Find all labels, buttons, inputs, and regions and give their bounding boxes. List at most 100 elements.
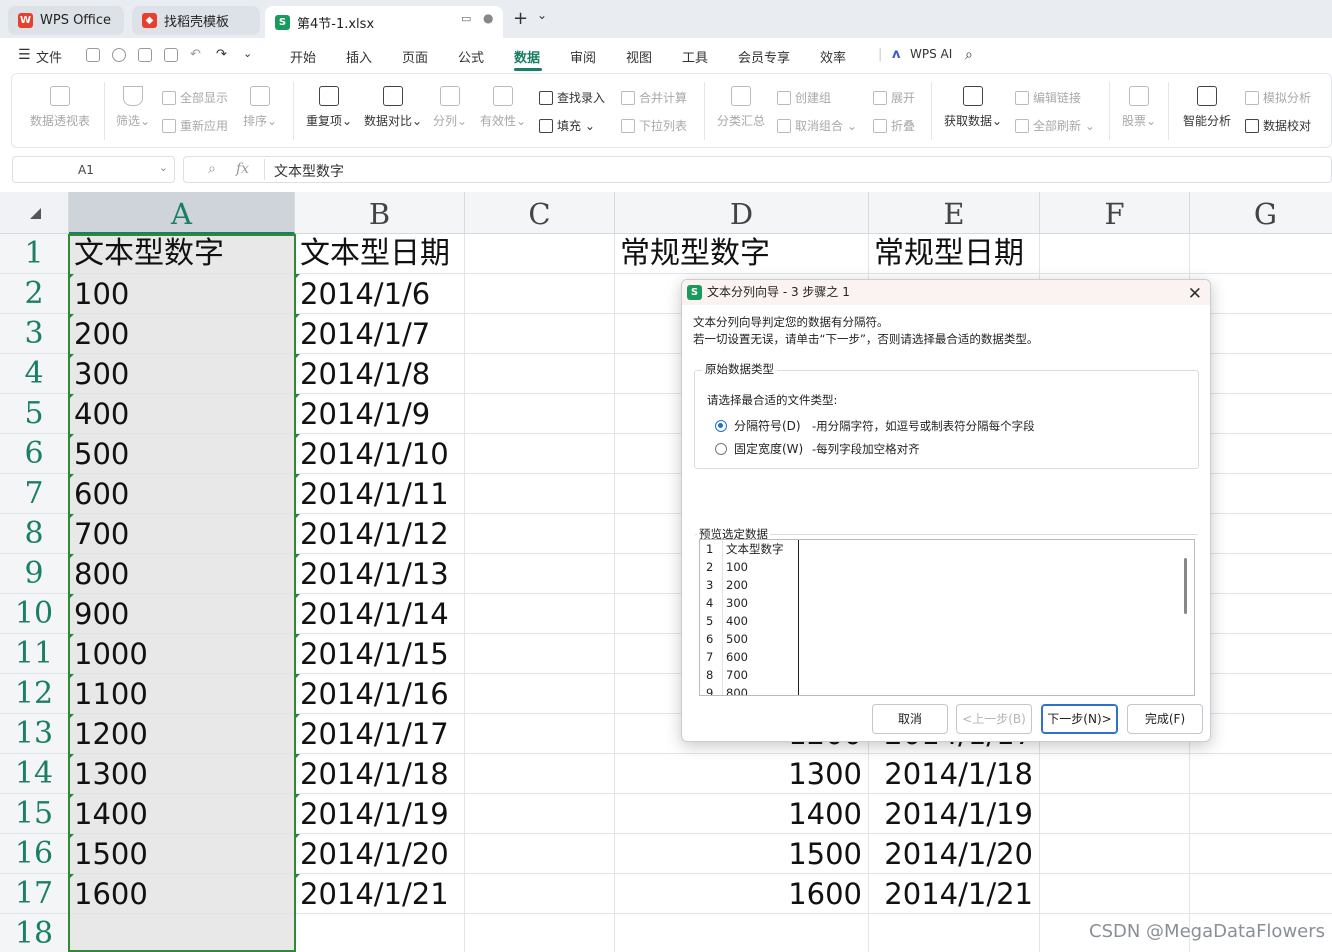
cell-c5[interactable] xyxy=(465,394,615,434)
cell-c10[interactable] xyxy=(465,594,615,634)
next-button[interactable]: 下一步(N)> xyxy=(1041,704,1118,734)
cell-a16[interactable]: 1500 xyxy=(69,834,295,874)
row-header[interactable]: 16 xyxy=(0,834,69,874)
column-header-e[interactable]: E xyxy=(869,192,1040,234)
menu-data[interactable]: 数据 xyxy=(514,47,540,66)
cell-e14[interactable]: 2014/1/18 xyxy=(869,754,1040,794)
cell-g16[interactable] xyxy=(1190,834,1332,874)
cancel-button[interactable]: 取消 xyxy=(872,704,948,734)
cell-a8[interactable]: 700 xyxy=(69,514,295,554)
cell-c17[interactable] xyxy=(465,874,615,914)
cell-g2[interactable] xyxy=(1190,274,1332,314)
cell-c7[interactable] xyxy=(465,474,615,514)
cell-b1[interactable]: 文本型日期 xyxy=(295,234,465,274)
cell-e1[interactable]: 常规型日期 xyxy=(869,234,1040,274)
row-header[interactable]: 4 xyxy=(0,354,69,394)
row-header[interactable]: 6 xyxy=(0,434,69,474)
menu-tools[interactable]: 工具 xyxy=(682,47,708,66)
cell-c9[interactable] xyxy=(465,554,615,594)
cell-b16[interactable]: 2014/1/20 xyxy=(295,834,465,874)
cell-c1[interactable] xyxy=(465,234,615,274)
cell-g10[interactable] xyxy=(1190,594,1332,634)
cell-b17[interactable]: 2014/1/21 xyxy=(295,874,465,914)
data-check-button[interactable]: 数据校对 xyxy=(1245,117,1311,134)
cell-e15[interactable]: 2014/1/19 xyxy=(869,794,1040,834)
cell-f14[interactable] xyxy=(1040,754,1190,794)
cell-b2[interactable]: 2014/1/6 xyxy=(295,274,465,314)
ungroup-button[interactable]: 取消组合 ⌄ xyxy=(777,117,857,134)
cell-c18[interactable] xyxy=(465,914,615,952)
duplicates-button[interactable]: 重复项⌄ xyxy=(306,86,352,129)
select-all-corner[interactable] xyxy=(0,192,69,234)
monitor-icon[interactable]: ▭ xyxy=(461,12,471,25)
sort-button[interactable]: 排序⌄ xyxy=(243,86,277,129)
cell-g9[interactable] xyxy=(1190,554,1332,594)
cell-b15[interactable]: 2014/1/19 xyxy=(295,794,465,834)
edit-links-button[interactable]: 编辑链接 xyxy=(1015,89,1081,106)
expand-button[interactable]: 展开 xyxy=(873,89,915,106)
cell-d1[interactable]: 常规型数字 xyxy=(615,234,869,274)
hamburger-icon[interactable]: ☰ xyxy=(18,47,31,63)
quick-access-dropdown-icon[interactable]: ⌄ xyxy=(243,47,252,60)
cell-c15[interactable] xyxy=(465,794,615,834)
row-header[interactable]: 15 xyxy=(0,794,69,834)
cell-b11[interactable]: 2014/1/15 xyxy=(295,634,465,674)
cell-g12[interactable] xyxy=(1190,674,1332,714)
row-header[interactable]: 11 xyxy=(0,634,69,674)
cell-b5[interactable]: 2014/1/9 xyxy=(295,394,465,434)
row-header[interactable]: 13 xyxy=(0,714,69,754)
cell-a17[interactable]: 1600 xyxy=(69,874,295,914)
tab-file[interactable]: S 第4节-1.xlsx ▭ ● xyxy=(265,6,503,38)
cell-d16[interactable]: 1500 xyxy=(615,834,869,874)
row-header[interactable]: 17 xyxy=(0,874,69,914)
cell-a5[interactable]: 400 xyxy=(69,394,295,434)
row-header[interactable]: 18 xyxy=(0,914,69,952)
row-header[interactable]: 14 xyxy=(0,754,69,794)
preview-scrollbar[interactable] xyxy=(1184,558,1187,614)
dropdown-list-button[interactable]: 下拉列表 xyxy=(621,117,687,134)
tab-wps-office[interactable]: W WPS Office xyxy=(8,6,124,35)
menu-efficiency[interactable]: 效率 xyxy=(820,47,846,66)
cell-g4[interactable] xyxy=(1190,354,1332,394)
tab-list-dropdown-icon[interactable]: ⌄ xyxy=(537,8,547,22)
cell-b18[interactable] xyxy=(295,914,465,952)
cell-c11[interactable] xyxy=(465,634,615,674)
cell-f16[interactable] xyxy=(1040,834,1190,874)
cell-e18[interactable] xyxy=(869,914,1040,952)
cell-c12[interactable] xyxy=(465,674,615,714)
row-header[interactable]: 3 xyxy=(0,314,69,354)
cell-d14[interactable]: 1300 xyxy=(615,754,869,794)
export-icon[interactable] xyxy=(112,48,126,62)
cell-f17[interactable] xyxy=(1040,874,1190,914)
cell-d18[interactable] xyxy=(615,914,869,952)
row-header[interactable]: 7 xyxy=(0,474,69,514)
create-group-button[interactable]: 创建组 xyxy=(777,89,831,106)
validity-button[interactable]: 有效性⌄ xyxy=(480,86,526,129)
menu-wps-ai[interactable]: WPS AI xyxy=(910,47,952,61)
menu-formula[interactable]: 公式 xyxy=(458,47,484,66)
subtotal-button[interactable]: 分类汇总 xyxy=(717,86,765,129)
cell-a4[interactable]: 300 xyxy=(69,354,295,394)
radio-delimited[interactable]: 分隔符号(D) -用分隔字符，如逗号或制表符分隔每个字段 xyxy=(715,417,1035,434)
cell-a1[interactable]: 文本型数字 xyxy=(69,234,295,274)
cell-f1[interactable] xyxy=(1040,234,1190,274)
row-header[interactable]: 8 xyxy=(0,514,69,554)
row-header[interactable]: 5 xyxy=(0,394,69,434)
cell-e17[interactable]: 2014/1/21 xyxy=(869,874,1040,914)
cell-g6[interactable] xyxy=(1190,434,1332,474)
tab-template[interactable]: ◆ 找稻壳模板 xyxy=(132,6,260,35)
cell-b14[interactable]: 2014/1/18 xyxy=(295,754,465,794)
print-preview-icon[interactable] xyxy=(164,48,178,62)
cell-c3[interactable] xyxy=(465,314,615,354)
cell-a10[interactable]: 900 xyxy=(69,594,295,634)
filter-button[interactable]: 筛选⌄ xyxy=(116,86,150,129)
cell-b6[interactable]: 2014/1/10 xyxy=(295,434,465,474)
finish-button[interactable]: 完成(F) xyxy=(1127,704,1203,734)
cell-c4[interactable] xyxy=(465,354,615,394)
menu-review[interactable]: 审阅 xyxy=(570,47,596,66)
cell-d17[interactable]: 1600 xyxy=(615,874,869,914)
preview-pane[interactable]: 1 文本型数字 2 100 3 200 4 300 5 400 6 500 7 600 8 700 9 800 xyxy=(699,539,1195,696)
redo-icon[interactable]: ↷ xyxy=(216,47,227,62)
unsaved-dot-icon[interactable]: ● xyxy=(483,11,493,25)
cell-e16[interactable]: 2014/1/20 xyxy=(869,834,1040,874)
